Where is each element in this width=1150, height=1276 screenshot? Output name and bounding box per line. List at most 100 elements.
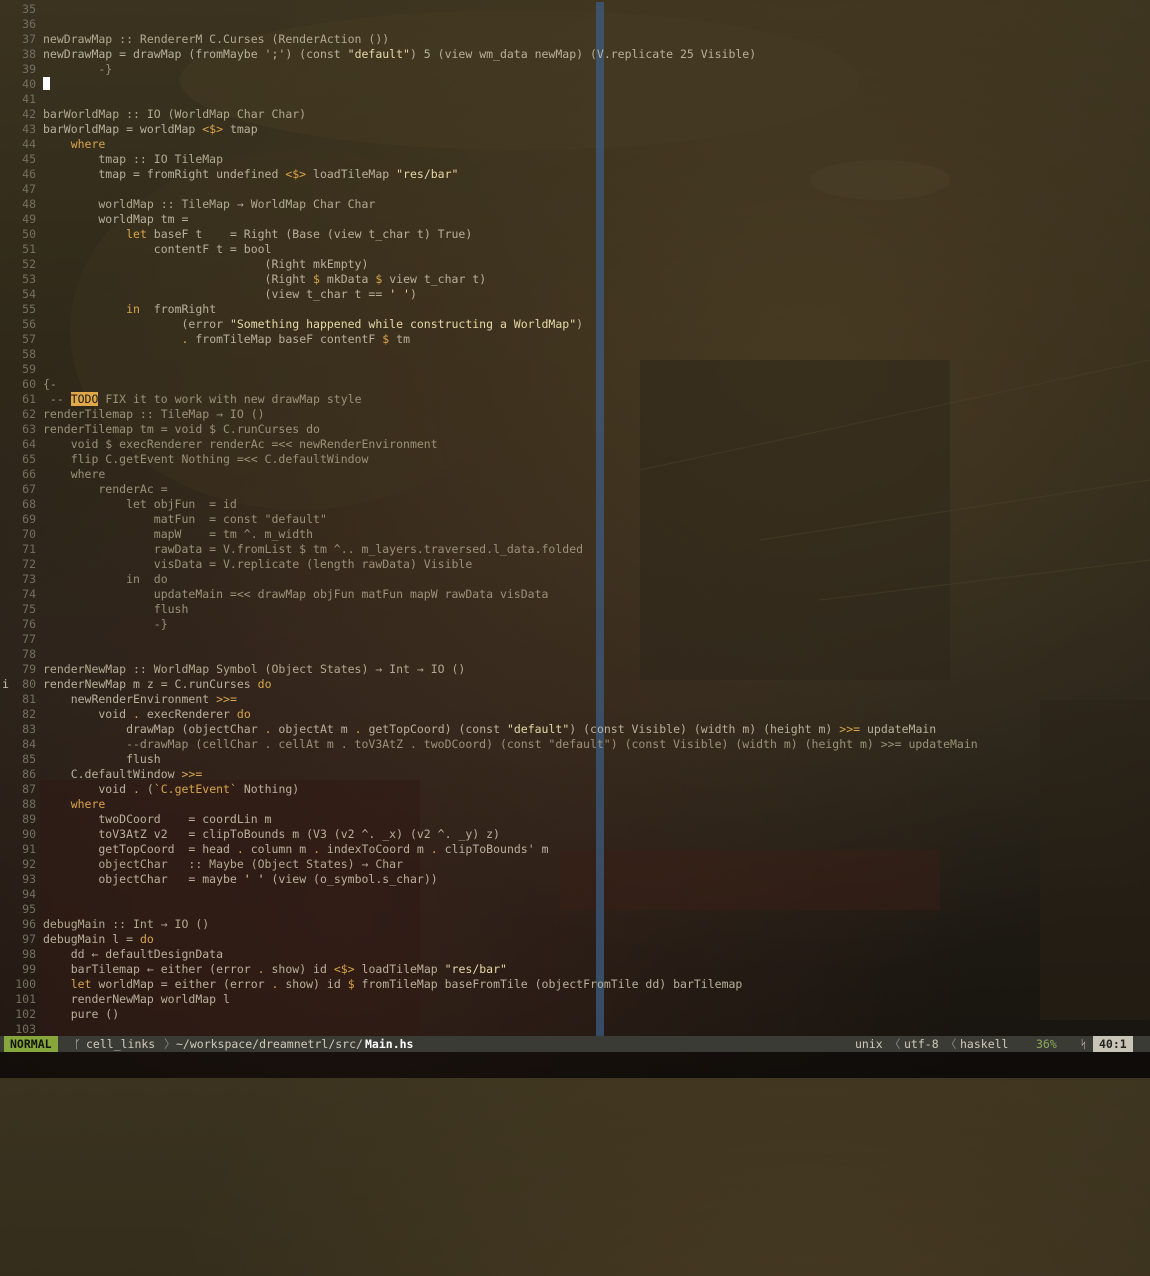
code-token: baseF t = Right (Base (view t_char t) Tr…	[146, 227, 473, 241]
code-text: mapW = tm ^. m_width	[43, 527, 313, 542]
code-text: barWorldMap :: IO (WorldMap Char Char)	[43, 107, 306, 122]
code-text: . fromTileMap baseF contentF $ tm	[43, 332, 410, 347]
code-text: contentF t = bool	[43, 242, 272, 257]
code-text: pure ()	[43, 1007, 119, 1022]
code-text: -}	[43, 617, 168, 632]
code-token: fromRight	[139, 302, 217, 316]
code-token: renderNewMap m z = C.runCurses	[43, 677, 258, 691]
code-token: let	[126, 227, 147, 241]
code-text: -- TODO FIX it to work with new drawMap …	[43, 392, 362, 407]
line-number: 93	[22, 872, 36, 886]
code-text: renderTilemap :: TileMap → IO ()	[43, 407, 265, 422]
line-number: 60	[22, 377, 36, 391]
line-number: 43	[22, 122, 36, 136]
code-text: twoDCoord = coordLin m	[43, 812, 271, 827]
code-token: in do	[43, 572, 168, 586]
line-number: 70	[22, 527, 36, 541]
code-token: mkData	[319, 272, 376, 286]
code-token: fromTileMap baseFromTile (objectFromTile…	[354, 977, 743, 991]
code-text: newDrawMap :: RendererM C.Curses (Render…	[43, 32, 389, 47]
code-token: $	[347, 977, 355, 991]
line-number: 58	[22, 347, 36, 361]
code-text: newRenderEnvironment >>=	[43, 692, 237, 707]
code-token: loadTileMap	[306, 167, 397, 181]
code-token: --	[43, 392, 71, 406]
code-token: "res/bar"	[396, 167, 459, 181]
line-number: 79	[22, 662, 36, 676]
code-token: clipToBounds' m	[437, 842, 549, 856]
code-text: barTilemap ← either (error . show) id <$…	[43, 962, 507, 977]
code-token: toV3AtZ v2 = clipToBounds m (V3 (v2 ^. _…	[43, 827, 500, 841]
file-format: unix	[855, 1037, 883, 1051]
line-number: 99	[22, 962, 36, 976]
separator-left-icon: 〈	[889, 1037, 901, 1051]
code-text: worldMap tm =	[43, 212, 188, 227]
line-number: 41	[22, 92, 36, 106]
line-number: 38	[22, 47, 36, 61]
code-text: tmap = fromRight undefined <$> loadTileM…	[43, 167, 458, 182]
code-token: barWorldMap :: IO (WorldMap Char Char)	[43, 107, 307, 121]
code-token: "default"	[347, 47, 410, 61]
line-number: 35	[22, 2, 36, 16]
code-token: <$>	[202, 122, 224, 136]
code-token: do	[257, 677, 272, 691]
code-text: (Right mkEmpty)	[43, 257, 369, 272]
mode-indicator: NORMAL	[4, 1036, 58, 1052]
code-token: tmap = fromRight undefined	[43, 167, 286, 181]
file-path: ~/workspace/dreamnetrl/src/	[176, 1037, 363, 1051]
code-token: (Right	[43, 272, 314, 286]
git-branch-icon: ᚴ	[74, 1037, 81, 1051]
line-number: 96	[22, 917, 36, 931]
code-text: objectChar = maybe ' ' (view (o_symbol.s…	[43, 872, 438, 887]
line-number: 80	[22, 677, 36, 691]
line-number: 97	[22, 932, 36, 946]
code-token: flush	[43, 752, 161, 766]
code-token: worldMap = either (error	[91, 977, 272, 991]
code-token: (view (o_symbol.s_char))	[264, 872, 438, 886]
line-number: 64	[22, 437, 36, 451]
code-token: barTilemap ← either (error	[43, 962, 258, 976]
line-number: 50	[22, 227, 36, 241]
code-token: debugMain :: Int → IO ()	[43, 917, 210, 931]
line-number: 42	[22, 107, 36, 121]
code-token: "Something happened while constructing a…	[229, 317, 577, 331]
code-token: getTopCoord = head	[43, 842, 237, 856]
code-token: visData = V.replicate (length rawData) V…	[43, 557, 473, 571]
line-number: 90	[22, 827, 36, 841]
code-text: where	[43, 467, 106, 482]
code-token: renderNewMap :: WorldMap Symbol (Object …	[43, 662, 466, 676]
code-text: in do	[43, 572, 168, 587]
code-editor[interactable]: 35 36 37 newDrawMap :: RendererM C.Curses (…	[0, 2, 1150, 1036]
line-number: 54	[22, 287, 36, 301]
line-number: 52	[22, 257, 36, 271]
line-number: 55	[22, 302, 36, 316]
code-token: renderTilemap tm = void $ C.runCurses do	[43, 422, 320, 436]
code-text: void . execRenderer do	[43, 707, 250, 722]
line-number-icon: ᛋ	[1080, 1037, 1087, 1051]
code-text: flush	[43, 602, 189, 617]
command-line[interactable]	[0, 1052, 1150, 1078]
separator-right-icon: 〉	[164, 1037, 176, 1051]
code-token: "default"	[506, 722, 570, 736]
code-token: worldMap :: TileMap → WorldMap Char Char	[43, 197, 376, 211]
line-number: 91	[22, 842, 36, 856]
code-token: view t_char t)	[382, 272, 487, 286]
line-number: 98	[22, 947, 36, 961]
line-number: 102	[15, 1007, 36, 1021]
code-token: --drawMap (cellChar . cellAt m . toV3AtZ…	[43, 737, 978, 751]
code-token: renderTilemap :: TileMap → IO ()	[43, 407, 265, 421]
code-token: -}	[43, 62, 113, 76]
code-token: drawMap (objectChar	[43, 722, 265, 736]
code-text: renderNewMap :: WorldMap Symbol (Object …	[43, 662, 465, 677]
code-token: void	[43, 707, 134, 721]
file-name: Main.hs	[365, 1037, 414, 1051]
code-text: void . (`C.getEvent` Nothing)	[43, 782, 299, 797]
code-token: flush	[43, 602, 189, 616]
code-text: flush	[43, 752, 161, 767]
code-token: .	[236, 842, 244, 856]
code-token: .	[133, 707, 140, 721]
code-token: >>=	[839, 722, 861, 736]
